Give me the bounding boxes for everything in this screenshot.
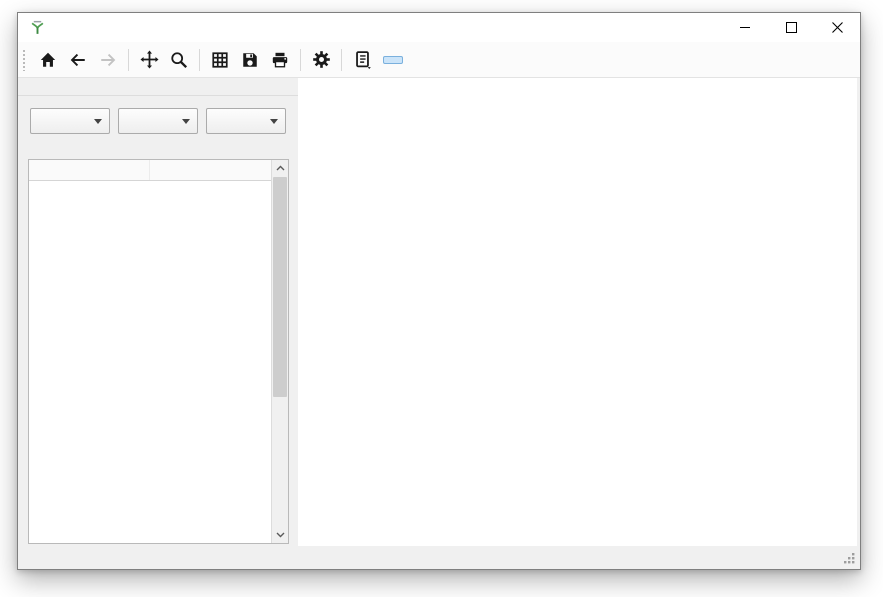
- home-icon[interactable]: [33, 46, 63, 74]
- scroll-up-icon[interactable]: [272, 160, 288, 176]
- print-icon[interactable]: [265, 46, 295, 74]
- toolbar-drag-handle[interactable]: [22, 49, 27, 71]
- back-icon[interactable]: [63, 46, 93, 74]
- display-menu-button[interactable]: [118, 108, 198, 134]
- toolbar-separator: [300, 49, 301, 71]
- desktop: [0, 0, 883, 597]
- close-button[interactable]: [814, 13, 860, 42]
- plot-toolbar: [18, 42, 860, 78]
- column-divider[interactable]: [149, 160, 150, 180]
- chevron-down-icon: [182, 119, 190, 124]
- status-bar: [18, 547, 860, 569]
- resize-grip-icon[interactable]: [843, 552, 856, 565]
- toolbar-separator: [341, 49, 342, 71]
- forward-icon[interactable]: [93, 46, 123, 74]
- fit-property-table: [28, 159, 289, 544]
- mantid-logo-icon: [29, 19, 46, 36]
- scrollbar-thumb[interactable]: [273, 177, 287, 397]
- setup-menu-button[interactable]: [206, 108, 286, 134]
- plot-panel: [298, 78, 857, 546]
- zoom-to-rect-icon[interactable]: [164, 46, 194, 74]
- generate-script-icon[interactable]: [347, 46, 377, 74]
- maximize-button[interactable]: [768, 13, 814, 42]
- table-header: [29, 160, 288, 181]
- toolbar-separator: [199, 49, 200, 71]
- scroll-down-icon[interactable]: [272, 527, 288, 543]
- chevron-down-icon: [94, 119, 102, 124]
- table-scrollbar[interactable]: [271, 160, 288, 543]
- title-bar[interactable]: [18, 13, 860, 42]
- fit-toolbar-button[interactable]: [383, 56, 403, 64]
- plot-canvas[interactable]: [298, 78, 857, 546]
- minimize-button[interactable]: [722, 13, 768, 42]
- chevron-down-icon: [270, 119, 278, 124]
- pan-icon[interactable]: [134, 46, 164, 74]
- customize-icon[interactable]: [306, 46, 336, 74]
- fit-menu-button[interactable]: [30, 108, 110, 134]
- fit-browser-menu-row: [18, 106, 298, 132]
- toolbar-separator: [128, 49, 129, 71]
- fit-property-window: [17, 12, 861, 570]
- save-icon[interactable]: [235, 46, 265, 74]
- grid-icon[interactable]: [205, 46, 235, 74]
- fit-function-dock-title: [18, 78, 303, 96]
